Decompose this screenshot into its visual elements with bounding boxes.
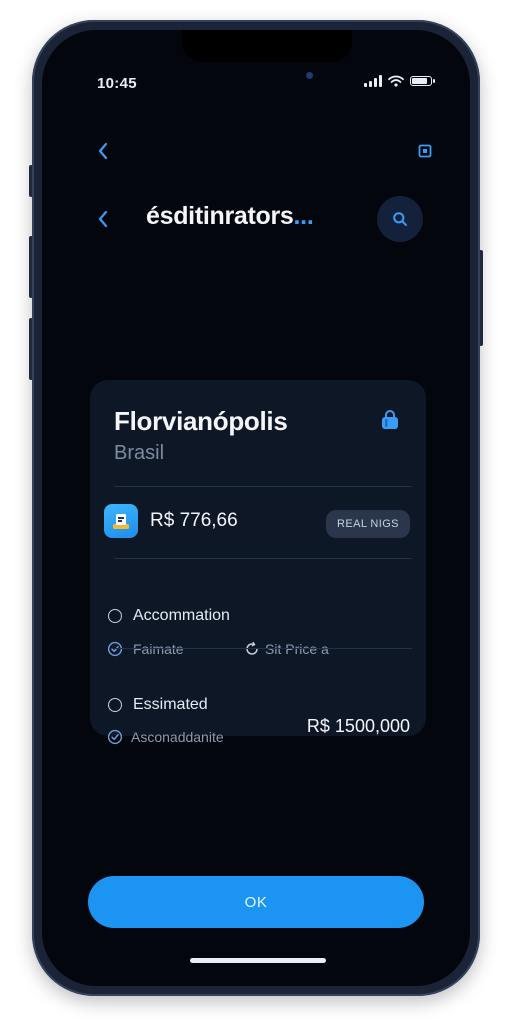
- search-icon: [393, 212, 407, 226]
- shopping-bag-icon[interactable]: [378, 408, 402, 432]
- square-icon: [418, 144, 432, 158]
- page-title-text: ésditinrators: [146, 202, 294, 230]
- phone-frame: 10:45 ésditinrators... Florvianópolis Br…: [32, 20, 480, 996]
- currency-pill[interactable]: REAL NIGS: [326, 510, 410, 538]
- page-title: ésditinrators...: [146, 202, 314, 231]
- back-button-top[interactable]: [90, 138, 116, 164]
- battery-icon: [410, 76, 435, 86]
- country-name: Brasil: [114, 442, 165, 464]
- estimated-option-label: Asconaddanite: [131, 729, 224, 745]
- chevron-left-icon: [98, 142, 108, 160]
- square-button[interactable]: [412, 138, 438, 164]
- divider: [114, 558, 412, 559]
- accommodation-label: Accommation: [133, 607, 230, 624]
- status-icons: [364, 75, 435, 87]
- price-option-label: Sit Price a: [265, 641, 329, 657]
- estimated-radio[interactable]: [108, 698, 122, 712]
- stage: 10:45 ésditinrators... Florvianópolis Br…: [0, 0, 512, 1024]
- chevron-left-icon: [98, 210, 108, 228]
- search-button[interactable]: [377, 196, 423, 242]
- check-circle-icon[interactable]: [107, 729, 123, 745]
- wifi-icon: [388, 75, 404, 87]
- divider: [114, 648, 412, 649]
- ok-button[interactable]: OK: [88, 876, 424, 928]
- price-value: R$ 776,66: [150, 510, 238, 531]
- accommodation-radio[interactable]: [108, 609, 122, 623]
- package-icon: [113, 514, 129, 529]
- total-price: R$ 1500,000: [306, 716, 410, 736]
- screen: 10:45 ésditinrators... Florvianópolis Br…: [42, 30, 470, 986]
- refresh-icon[interactable]: [244, 641, 260, 657]
- destination-card[interactable]: Florvianópolis Brasil R$ 776,66 REAL NIG…: [90, 380, 426, 745]
- status-time: 10:45: [97, 75, 137, 92]
- home-indicator[interactable]: [190, 958, 326, 963]
- page-title-ellipsis: ...: [293, 202, 314, 230]
- app-icon: [104, 504, 138, 538]
- estimated-label: Essimated: [133, 696, 208, 713]
- front-camera: [306, 72, 313, 79]
- check-circle-icon[interactable]: [107, 641, 123, 657]
- city-name: Florvianópolis: [114, 406, 288, 436]
- divider: [114, 486, 412, 487]
- notch: [182, 30, 352, 62]
- estimate-option-label: Faimate: [133, 641, 184, 657]
- signal-icon: [364, 75, 382, 87]
- back-button[interactable]: [90, 206, 116, 232]
